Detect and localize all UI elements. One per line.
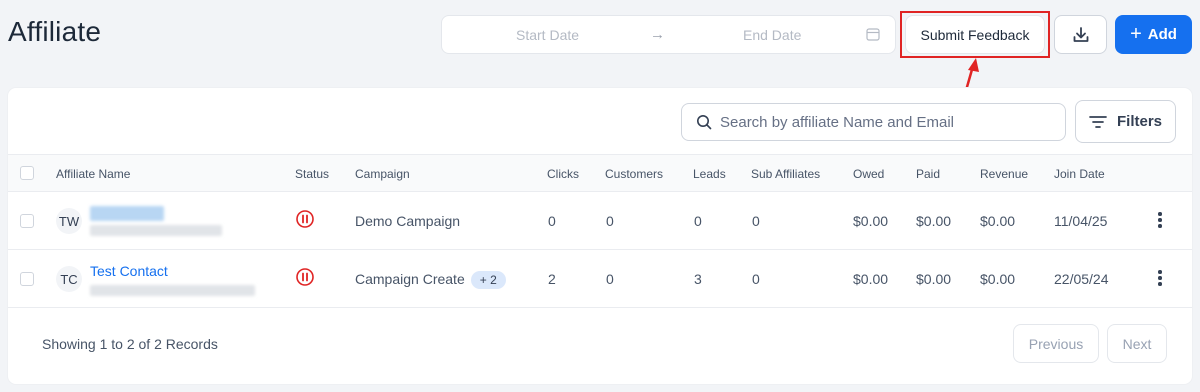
campaign-more-badge[interactable]: + 2 — [470, 271, 506, 289]
paid-cell: $0.00 — [916, 213, 952, 229]
redacted-email — [90, 285, 255, 296]
table-row[interactable]: TC Test Contact Campaign Create + 2 2 0 3… — [8, 250, 1192, 308]
select-all-checkbox[interactable] — [20, 166, 34, 180]
row-checkbox[interactable] — [20, 214, 34, 228]
column-header[interactable]: Clicks — [547, 167, 579, 181]
plus-icon: + — [1130, 22, 1142, 45]
campaign-cell: Demo Campaign — [355, 213, 461, 229]
column-header[interactable]: Customers — [605, 167, 663, 181]
filters-label: Filters — [1116, 113, 1162, 130]
filter-icon — [1089, 115, 1107, 128]
page-title: Affiliate — [8, 16, 102, 47]
end-date-input[interactable]: End Date — [743, 27, 801, 43]
column-header[interactable]: Paid — [916, 167, 940, 181]
sub-affiliates-cell: 0 — [752, 213, 760, 229]
column-header[interactable]: Campaign — [355, 167, 410, 181]
paid-cell: $0.00 — [916, 271, 952, 287]
table-header: Affiliate Name Status Campaign Clicks Cu… — [8, 154, 1192, 192]
leads-cell: 3 — [694, 271, 702, 287]
search-icon — [697, 115, 712, 130]
join-date-cell: 22/05/24 — [1054, 271, 1109, 287]
customers-cell: 0 — [606, 271, 614, 287]
affiliate-table-card: Filters Affiliate Name Status Campaign C… — [8, 88, 1192, 384]
revenue-cell: $0.00 — [980, 271, 1016, 287]
row-menu-icon[interactable] — [1157, 212, 1163, 230]
redacted-email — [90, 225, 222, 236]
row-menu-icon[interactable] — [1157, 270, 1163, 288]
customers-cell: 0 — [606, 213, 614, 229]
affiliate-name-link[interactable]: Test Contact — [90, 263, 168, 279]
download-button[interactable] — [1054, 15, 1107, 54]
records-summary: Showing 1 to 2 of 2 Records — [42, 336, 218, 352]
previous-page-button[interactable]: Previous — [1013, 324, 1099, 363]
add-button[interactable]: + Add — [1115, 15, 1192, 54]
column-header[interactable]: Owed — [853, 167, 884, 181]
clicks-cell: 0 — [548, 213, 556, 229]
add-button-label: Add — [1147, 26, 1177, 43]
column-header[interactable]: Affiliate Name — [56, 167, 130, 181]
submit-feedback-button[interactable]: Submit Feedback — [905, 15, 1045, 54]
column-header[interactable]: Revenue — [980, 167, 1028, 181]
pause-status-icon — [296, 210, 314, 228]
download-icon — [1073, 26, 1088, 42]
campaign-cell: Campaign Create + 2 — [355, 271, 506, 289]
owed-cell: $0.00 — [853, 213, 889, 229]
arrow-right-icon: → — [650, 26, 665, 43]
filters-button[interactable]: Filters — [1075, 100, 1176, 143]
avatar: TC — [56, 266, 82, 292]
column-header[interactable]: Join Date — [1054, 167, 1105, 181]
column-header[interactable]: Sub Affiliates — [751, 167, 820, 181]
search-input[interactable] — [720, 113, 1060, 131]
column-header[interactable]: Status — [295, 167, 329, 181]
sub-affiliates-cell: 0 — [752, 271, 760, 287]
clicks-cell: 2 — [548, 271, 556, 287]
column-header[interactable]: Leads — [693, 167, 726, 181]
date-range-picker[interactable]: Start Date → End Date — [441, 15, 896, 54]
pause-status-icon — [296, 268, 314, 286]
search-box[interactable] — [681, 103, 1066, 141]
next-page-button[interactable]: Next — [1107, 324, 1167, 363]
table-row[interactable]: TW Demo Campaign 0 0 0 0 $0.00 $0.00 $0.… — [8, 192, 1192, 250]
start-date-input[interactable]: Start Date — [516, 27, 579, 43]
avatar: TW — [56, 208, 82, 234]
leads-cell: 0 — [694, 213, 702, 229]
redacted-name — [90, 206, 164, 221]
owed-cell: $0.00 — [853, 271, 889, 287]
campaign-name: Campaign Create — [355, 271, 465, 287]
row-checkbox[interactable] — [20, 272, 34, 286]
calendar-icon[interactable] — [866, 27, 880, 41]
revenue-cell: $0.00 — [980, 213, 1016, 229]
join-date-cell: 11/04/25 — [1054, 213, 1108, 229]
